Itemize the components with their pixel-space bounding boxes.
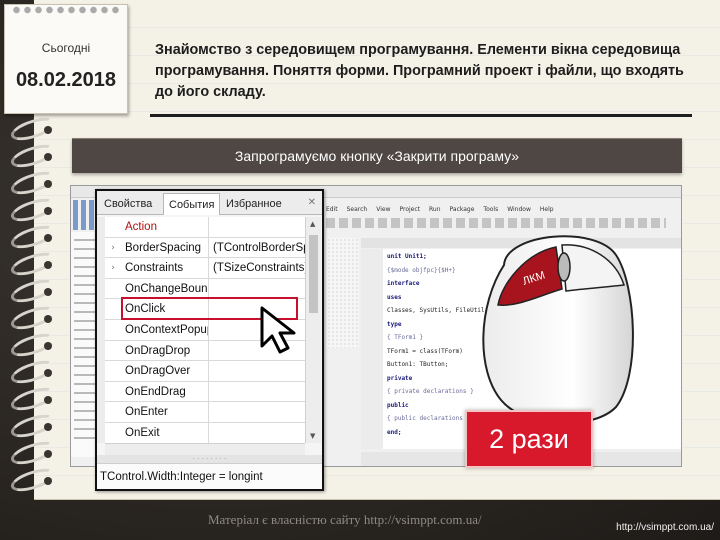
editor-gutter (361, 249, 383, 449)
ide-menubar: Edit Search View Project Run Package Tools Wind… (326, 206, 563, 213)
tab-favorites[interactable]: Избранное (221, 193, 287, 215)
property-name: OnExit (125, 423, 209, 443)
binding-hole (44, 369, 52, 377)
ide-menu-item[interactable]: Package (450, 206, 475, 213)
property-value[interactable] (213, 279, 305, 299)
horizontal-scrollbar[interactable] (105, 443, 305, 455)
vertical-scrollbar[interactable]: ▲ ▼ (305, 217, 321, 443)
property-name: OnEnter (125, 402, 209, 423)
card-perforation (11, 3, 121, 17)
property-row[interactable]: OnExit (105, 423, 305, 444)
spiral-binding (0, 113, 60, 500)
inspector-tabs: Свойства События Избранное ✕ (97, 191, 322, 215)
date-card: Сьогодні 08.02.2018 (4, 3, 128, 114)
property-row[interactable]: OnDragOver (105, 361, 305, 382)
code-line[interactable]: interface (387, 280, 420, 287)
property-hint: TControl.Width:Integer = longint (97, 463, 322, 489)
code-line[interactable]: {$mode objfpc}{$H+} (387, 267, 456, 274)
property-name: OnChangeBounds (125, 278, 209, 299)
code-line[interactable]: { private declarations } (387, 388, 474, 395)
binding-hole (44, 180, 52, 188)
property-row[interactable]: › BorderSpacing (TControlBorderSp (105, 237, 305, 259)
binding-hole (44, 396, 52, 404)
binding-hole (44, 126, 52, 134)
scroll-thumb[interactable] (309, 235, 318, 313)
property-row[interactable]: Action (105, 217, 305, 238)
binding-hole (44, 153, 52, 161)
computer-mouse-icon: ЛКМ (482, 235, 634, 425)
code-line[interactable]: public (387, 402, 409, 409)
binding-hole (44, 315, 52, 323)
ide-menu-item[interactable]: Tools (483, 206, 498, 213)
code-line[interactable]: end; (387, 429, 401, 436)
property-name: OnDragDrop (125, 340, 209, 361)
scroll-down-icon[interactable]: ▼ (310, 432, 315, 440)
expand-chevron-icon[interactable]: › (107, 238, 119, 258)
double-click-badge: 2 рази (465, 410, 593, 468)
property-name: OnContextPopup (125, 320, 209, 340)
code-line[interactable]: { TForm1 } (387, 334, 423, 341)
property-value[interactable]: (TControlBorderSp (213, 238, 305, 258)
property-value[interactable] (213, 361, 305, 381)
ide-menu-item[interactable]: Edit (326, 206, 338, 213)
property-value[interactable] (213, 402, 305, 422)
property-name: Action (125, 217, 209, 237)
property-name: OnEndDrag (125, 381, 209, 402)
code-line[interactable]: private (387, 375, 412, 382)
double-click-text: 2 рази (489, 424, 569, 454)
binding-hole (44, 342, 52, 350)
property-value[interactable] (213, 382, 305, 402)
today-label: Сьогодні (41, 41, 91, 55)
property-value[interactable]: (TSizeConstraints) (213, 258, 305, 278)
property-name: Constraints (125, 258, 209, 279)
ide-menu-item[interactable]: Help (540, 206, 554, 213)
code-line[interactable]: type (387, 321, 401, 328)
property-name: BorderSpacing (125, 237, 209, 258)
watermark: Матеріал є власністю сайту http://vsimpp… (208, 512, 482, 527)
binding-hole (44, 423, 52, 431)
task-banner-text: Запрограмуємо кнопку «Закрити програму» (234, 148, 520, 164)
binding-hole (44, 477, 52, 485)
property-value[interactable] (213, 217, 305, 237)
site-credit-link[interactable]: http://vsimppt.com.ua/ (616, 522, 714, 533)
title-separator (150, 114, 692, 117)
code-line[interactable]: unit Unit1; (387, 253, 427, 260)
code-line[interactable]: Button1: TButton; (387, 361, 448, 368)
binding-hole (44, 261, 52, 269)
ide-menu-item[interactable]: Window (507, 206, 531, 213)
close-icon[interactable]: ✕ (308, 197, 316, 208)
mouse-pointer-icon (260, 306, 296, 354)
property-row[interactable]: OnEndDrag (105, 381, 305, 403)
grid-gutter (97, 217, 105, 443)
property-name: OnDragOver (125, 361, 209, 382)
expand-chevron-icon[interactable]: › (107, 258, 119, 278)
ide-menu-item[interactable]: Run (429, 206, 441, 213)
tab-events[interactable]: События (163, 193, 221, 215)
task-banner: Запрограмуємо кнопку «Закрити програму» (72, 138, 682, 173)
property-value[interactable] (213, 423, 305, 443)
lesson-title: Знайомство з середовищем програмування. … (155, 42, 684, 100)
code-line[interactable]: uses (387, 294, 401, 301)
code-line[interactable]: TForm1 = class(TForm) (387, 348, 463, 355)
ide-menu-item[interactable]: Search (347, 206, 368, 213)
code-line[interactable]: { public declarations } (387, 415, 470, 422)
scroll-up-icon[interactable]: ▲ (310, 220, 315, 228)
splitter-handle[interactable]: · · · · · · · · (97, 455, 322, 463)
binding-hole (44, 207, 52, 215)
property-row[interactable]: › Constraints (TSizeConstraints) (105, 258, 305, 279)
property-row[interactable]: OnEnter (105, 402, 305, 423)
binding-hole (44, 450, 52, 458)
binding-hole (44, 234, 52, 242)
ide-menu-item[interactable]: Project (400, 206, 421, 213)
tab-properties[interactable]: Свойства (99, 193, 157, 215)
ide-menu-item[interactable]: View (376, 206, 390, 213)
form-designer (327, 238, 359, 348)
date-value: 08.02.2018 (15, 69, 117, 91)
binding-hole (44, 288, 52, 296)
